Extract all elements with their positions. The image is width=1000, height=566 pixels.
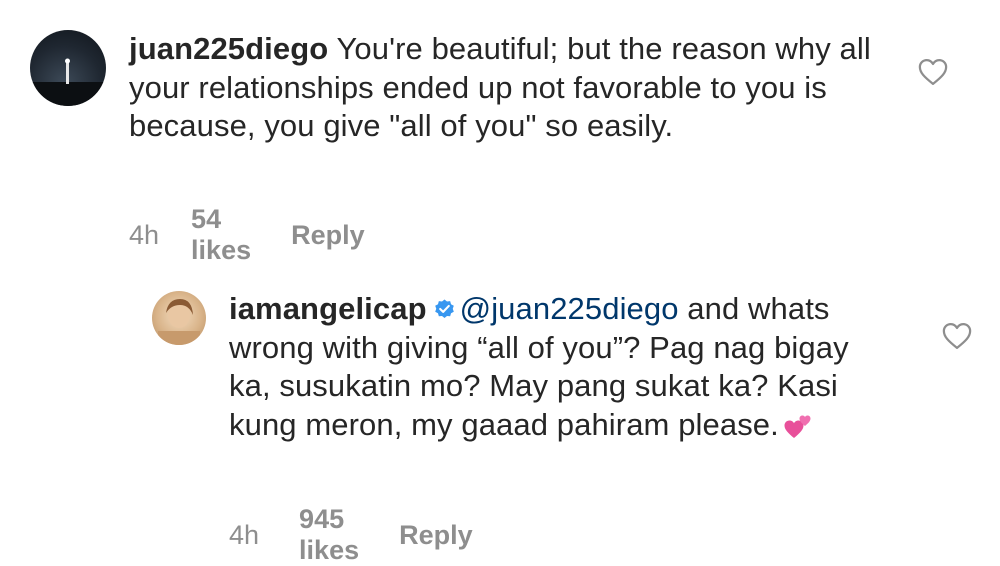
- comment-meta: 4h 945 likes Reply: [229, 504, 473, 566]
- verified-badge-icon: [434, 299, 454, 319]
- mention-link[interactable]: @juan225diego: [460, 291, 679, 326]
- comment-meta: 4h 54 likes Reply: [129, 204, 365, 266]
- avatar[interactable]: [30, 30, 106, 106]
- comment-timestamp[interactable]: 4h: [129, 220, 159, 251]
- comment-username[interactable]: iamangelicap: [229, 291, 427, 326]
- comment-username[interactable]: juan225diego: [129, 31, 328, 66]
- avatar[interactable]: [152, 291, 206, 345]
- avatar-image: [30, 58, 106, 106]
- two-hearts-emoji-icon: [784, 415, 811, 438]
- comment-likes[interactable]: 54 likes: [191, 204, 251, 266]
- comment-likes[interactable]: 945 likes: [299, 504, 359, 566]
- avatar-image: [158, 299, 200, 345]
- comment-body: iamangelicap @juan225diego and whats wro…: [229, 290, 889, 444]
- comment-body: juan225diego You're beautiful; but the r…: [129, 30, 899, 146]
- heart-icon[interactable]: [942, 322, 972, 350]
- reply-button[interactable]: Reply: [399, 520, 473, 551]
- reply-button[interactable]: Reply: [291, 220, 365, 251]
- heart-icon[interactable]: [918, 58, 948, 86]
- comment-timestamp[interactable]: 4h: [229, 520, 259, 551]
